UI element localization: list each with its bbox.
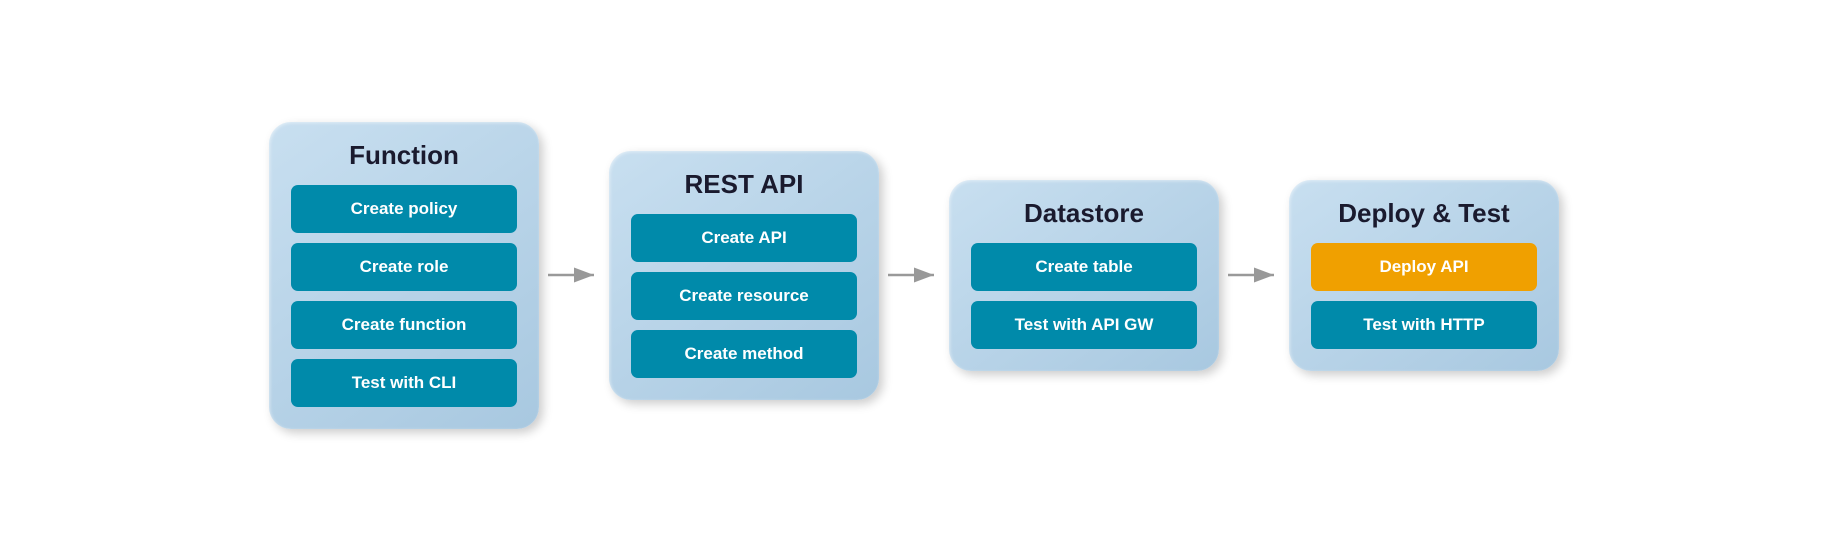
create-role-button[interactable]: Create role	[291, 243, 517, 291]
arrow-2	[879, 255, 949, 295]
arrow-3	[1219, 255, 1289, 295]
diagram: Function Create policy Create role Creat…	[229, 102, 1599, 449]
panel-restapi: REST API Create API Create resource Crea…	[609, 151, 879, 400]
arrow-1	[539, 255, 609, 295]
panel-function-title: Function	[291, 140, 517, 171]
create-policy-button[interactable]: Create policy	[291, 185, 517, 233]
create-table-button[interactable]: Create table	[971, 243, 1197, 291]
panel-deploy: Deploy & Test Deploy API Test with HTTP	[1289, 180, 1559, 371]
panel-datastore: Datastore Create table Test with API GW	[949, 180, 1219, 371]
panel-deploy-title: Deploy & Test	[1311, 198, 1537, 229]
create-api-button[interactable]: Create API	[631, 214, 857, 262]
create-function-button[interactable]: Create function	[291, 301, 517, 349]
test-cli-button[interactable]: Test with CLI	[291, 359, 517, 407]
panel-restapi-title: REST API	[631, 169, 857, 200]
panel-datastore-title: Datastore	[971, 198, 1197, 229]
test-api-gw-button[interactable]: Test with API GW	[971, 301, 1197, 349]
deploy-api-button[interactable]: Deploy API	[1311, 243, 1537, 291]
create-resource-button[interactable]: Create resource	[631, 272, 857, 320]
create-method-button[interactable]: Create method	[631, 330, 857, 378]
test-http-button[interactable]: Test with HTTP	[1311, 301, 1537, 349]
panel-function: Function Create policy Create role Creat…	[269, 122, 539, 429]
